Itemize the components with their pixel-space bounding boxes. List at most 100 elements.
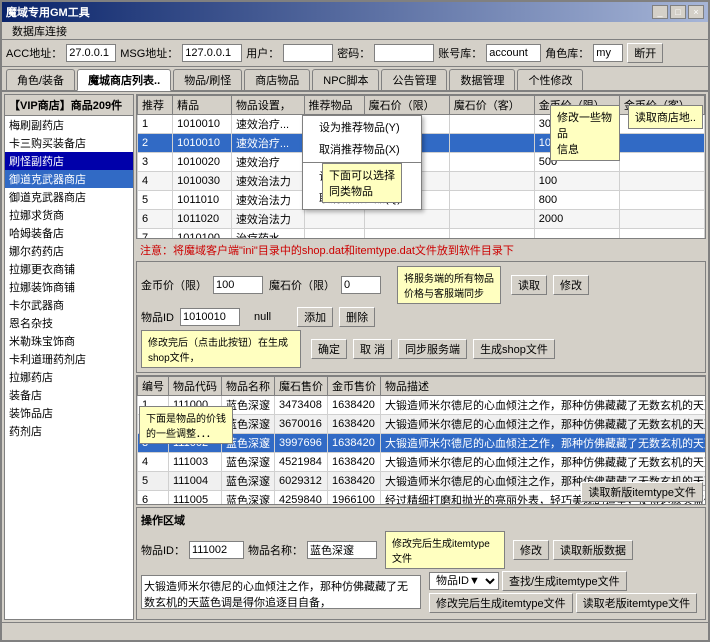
col-stone-price: 魔石售价 [275,377,328,396]
menu-bar: 数据库连接 [2,22,708,40]
cancel-button[interactable]: 取 消 [353,339,392,359]
shop-item[interactable]: 拉娜装饰商铺 [5,278,133,296]
user-input[interactable] [283,44,333,62]
minimize-button[interactable]: _ [652,5,668,19]
shop-item-active[interactable]: 御道克武器商店 [5,170,133,188]
form-row-gold: 金币价（限） 魔石价（限） 将服务端的所有物品价格与客服端同步 读取 修改 [141,266,701,304]
toolbar: ACC地址： MSG地址： 用户： 密码： 账号库： 角色库： 断开 [2,40,708,67]
stone-price-input[interactable] [341,276,381,294]
col-code: 物品代码 [169,377,222,396]
pwd-label: 密码： [337,45,370,61]
gen-shop-button[interactable]: 生成shop文件 [473,339,555,359]
col-name: 物品名称 [222,377,275,396]
form-row-itemid: 物品ID null 添加 删除 [141,307,701,327]
product-area: 推荐 精品 物品设置， 推荐物品 魔石价（限） 魔石价（客） 金币价（限） 金币… [136,94,706,239]
shop-item[interactable]: 装备店 [5,386,133,404]
tabs-bar: 角色/装备 魔城商店列表.. 物品/刷怪 商店物品 NPC脚本 公告管理 数据管… [2,67,708,92]
main-window: 魔域专用GM工具 _ □ × 数据库连接 ACC地址： MSG地址： 用户： 密… [0,0,710,642]
form-row-sync: 修改完后（点击此按钮）在生成shop文件， 确定 取 消 同步服务端 生成sho… [141,330,701,368]
msg-label: MSG地址： [120,45,178,61]
product-row[interactable]: 71010100治疗药水 [138,229,705,239]
add-button[interactable]: 添加 [297,307,333,327]
close-button[interactable]: × [688,5,704,19]
note-area: 注意：将魔域客户端"ini"目录中的shop.dat和itemtype.dat文… [136,241,706,259]
menu-set-recommend[interactable]: 设为推荐物品(Y) [303,116,421,138]
gold-price-label: 金币价（限） [141,277,207,293]
tooltip-same-category: 下面可以选择同类物品 [322,163,402,203]
read-button[interactable]: 读取 [511,275,547,295]
shop-item[interactable]: 娜尔药药店 [5,242,133,260]
db-input[interactable] [486,44,541,62]
tooltip-read-shop: 读取商店地.. [628,105,703,129]
db-label: 账号库： [438,45,482,61]
item-id-input[interactable] [180,308,240,326]
gen-itemtype-button[interactable]: 查找/生成itemtype文件 [502,571,627,591]
shop-item[interactable]: 卡尔武器商 [5,296,133,314]
title-bar: 魔域专用GM工具 _ □ × [2,2,708,22]
shop-item[interactable]: 拉娜更衣商铺 [5,260,133,278]
window-controls: _ □ × [652,5,704,19]
tab-role[interactable]: 角色/装备 [6,69,75,90]
item-id-label: 物品ID [141,309,174,325]
product-row[interactable]: 61011020速效治法力2000 [138,210,705,229]
ops-item-name-input[interactable] [307,541,377,559]
read-old-button[interactable]: 读取老版itemtype文件 [576,593,698,613]
right-panel: 推荐 精品 物品设置， 推荐物品 魔石价（限） 魔石价（客） 金币价（限） 金币… [136,94,706,620]
bottom-table-area: 下面是物品的价钱的一些调整．．． 编号 物品代码 物品名称 魔石售价 金币售价 [136,375,706,505]
stone-price-label: 魔石价（限） [269,277,335,293]
shop-item[interactable]: 御道克武器商店 [5,188,133,206]
tab-item[interactable]: 物品/刷怪 [173,69,242,90]
gold-price-input[interactable] [213,276,263,294]
ops-item-id-input[interactable] [189,541,244,559]
shop-item[interactable]: 卡利道珊药剂店 [5,350,133,368]
maximize-button[interactable]: □ [670,5,686,19]
tab-npc[interactable]: NPC脚本 [312,69,379,90]
shop-item[interactable]: 米勒珠宝饰商 [5,332,133,350]
shop-item[interactable]: 拉娜求货商 [5,206,133,224]
menu-db[interactable]: 数据库连接 [6,21,73,41]
shop-item[interactable]: 装饰品店 [5,404,133,422]
modify-button[interactable]: 修改 [553,275,589,295]
msg-input[interactable] [182,44,242,62]
tab-shopitem[interactable]: 商店物品 [244,69,310,90]
tab-data[interactable]: 数据管理 [449,69,515,90]
connect-button[interactable]: 断开 [627,43,663,63]
tooltip-gen-itemtype: 修改完后生成itemtype文件 [385,531,505,569]
shop-item-selected[interactable]: 刷怪副药店 [5,152,133,170]
shop-item[interactable]: 哈姆装备店 [5,224,133,242]
item-row[interactable]: 4111003蓝色深邃45219841638420大锻造师米尔德尼的心血倾注之作… [138,453,706,472]
shop-list-header: 【VIP商店】商品209件 [5,95,133,116]
shop-list: 梅刷副药店 卡三购买装备店 刷怪副药店 御道克武器商店 御道克武器商店 拉娜求货… [5,116,133,619]
shop-list-panel: 【VIP商店】商品209件 梅刷副药店 卡三购买装备店 刷怪副药店 御道克武器商… [4,94,134,620]
confirm-button[interactable]: 确定 [311,339,347,359]
delete-button[interactable]: 删除 [339,307,375,327]
operations-title: 操作区域 [141,512,701,528]
sync-server-button[interactable]: 同步服务端 [398,339,467,359]
tooltip-modify-item: 修改一些物品信息 [550,105,620,161]
shop-item[interactable]: 卡三购买装备店 [5,134,133,152]
shop-item[interactable]: 梅刷副药店 [5,116,133,134]
acc-input[interactable] [66,44,116,62]
item-id-select[interactable]: 物品ID▼ [429,572,499,590]
shop-item[interactable]: 药剂店 [5,422,133,440]
tab-personal[interactable]: 个性修改 [517,69,583,90]
col-num: 编号 [138,377,169,396]
ops-modify-button[interactable]: 修改 [513,540,549,560]
window-title: 魔域专用GM工具 [6,4,90,20]
status-bar [2,622,708,640]
shop-item[interactable]: 恩名杂技 [5,314,133,332]
tab-notice[interactable]: 公告管理 [381,69,447,90]
col-stone-limit: 魔石价（限） [364,96,449,115]
ops-read-new-button[interactable]: 读取新版数据 [553,540,633,560]
tab-shop[interactable]: 魔城商店列表.. [77,69,171,91]
content-area: 【VIP商店】商品209件 梅刷副药店 卡三购买装备店 刷怪副药店 御道克武器商… [2,92,708,640]
note-text: 注意：将魔域客户端"ini"目录中的shop.dat和itemtype.dat文… [140,245,514,257]
desc-textarea[interactable]: 大锻造师米尔德尼的心血倾注之作，那种仿佛藏藏了无数玄机的天蓝色调是得你追逐目自备… [141,575,421,609]
shop-item[interactable]: 拉娜药店 [5,368,133,386]
gen-new-itemtype-button[interactable]: 修改完后生成itemtype文件 [429,593,573,613]
role-input[interactable] [593,44,623,62]
menu-cancel-recommend[interactable]: 取消推荐物品(X) [303,138,421,160]
read-itemtype-button[interactable]: 读取新版itemtype文件 [581,482,703,502]
pwd-input[interactable] [374,44,434,62]
col-premium: 精品 [173,96,232,115]
